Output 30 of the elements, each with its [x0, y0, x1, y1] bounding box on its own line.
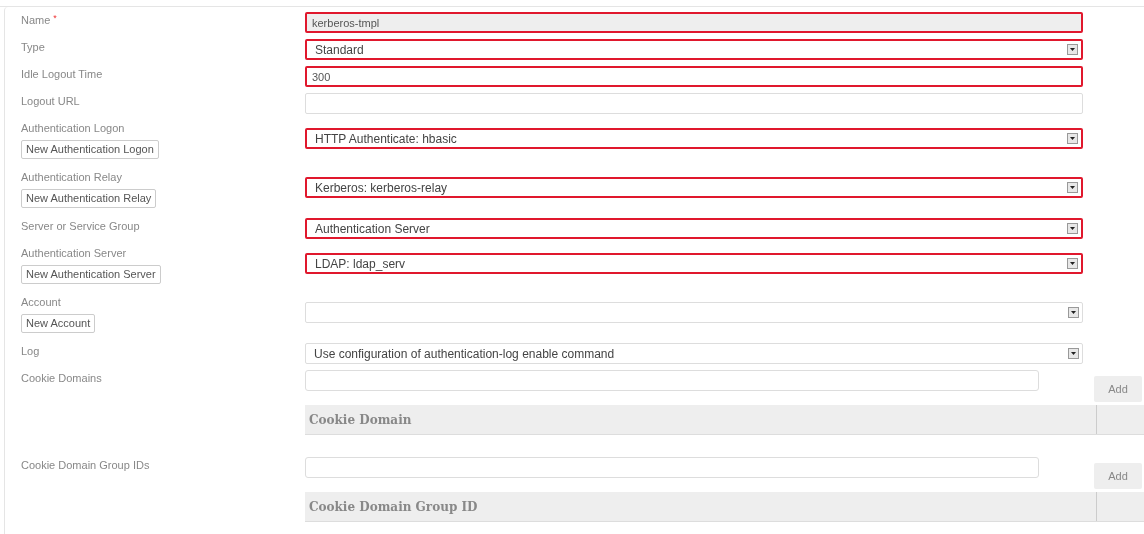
field-label: Authentication Server: [21, 246, 127, 261]
text-field[interactable]: [305, 457, 1039, 478]
dropdown[interactable]: Standard: [305, 39, 1083, 60]
dropdown[interactable]: LDAP: ldap_serv: [305, 253, 1083, 274]
column-header: Cookie Domain Group ID: [305, 492, 1097, 521]
field-label: Server or Service Group: [21, 219, 140, 234]
text-field[interactable]: [305, 93, 1083, 114]
dropdown[interactable]: Kerberos: kerberos-relay: [305, 177, 1083, 198]
dropdown[interactable]: HTTP Authenticate: hbasic: [305, 128, 1083, 149]
field-label: Name: [21, 13, 51, 28]
field-label: Authentication Logon: [21, 121, 125, 136]
dropdown[interactable]: Authentication Server: [305, 218, 1083, 239]
field-label: Cookie Domains: [21, 371, 102, 386]
required-mark: *: [53, 12, 57, 25]
field-label: Idle Logout Time: [21, 67, 103, 82]
column-header: Cookie Domain: [305, 405, 1097, 434]
text-field[interactable]: [305, 370, 1039, 391]
new-button[interactable]: New Authentication Logon: [21, 140, 159, 159]
field-label: Account: [21, 295, 61, 310]
new-button[interactable]: New Account: [21, 314, 96, 333]
field-label: Cookie Domain Group IDs: [21, 458, 150, 473]
field-label: Log: [21, 344, 40, 359]
field-label: Authentication Relay: [21, 170, 122, 185]
dropdown[interactable]: Use configuration of authentication-log enable command: [305, 343, 1083, 364]
dropdown[interactable]: [305, 302, 1083, 323]
new-button[interactable]: New Authentication Relay: [21, 189, 157, 208]
new-button[interactable]: New Authentication Server: [21, 265, 161, 284]
text-field[interactable]: 300: [305, 66, 1083, 87]
field-label: Logout URL: [21, 94, 80, 109]
field-label: Type: [21, 40, 45, 55]
